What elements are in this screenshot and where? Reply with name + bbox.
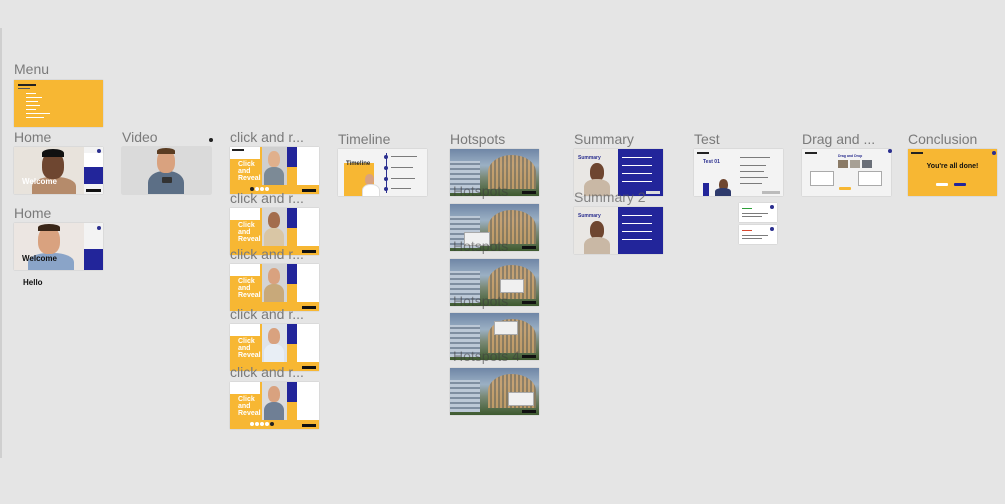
home2-hello-text: Hello (23, 278, 43, 287)
click2-title-c: Reveal (238, 236, 261, 243)
home2-welcome-text: Welcome (22, 254, 57, 263)
hotspots-overlay-label-3: Hotspots (453, 238, 509, 254)
frame-home[interactable]: Welcome (14, 147, 103, 194)
frame-click-reveal-1[interactable]: Click and Reveal (230, 147, 319, 194)
frame-label-click-3[interactable]: click and r... (230, 246, 304, 262)
frame-menu[interactable] (14, 80, 103, 127)
frame-label-video[interactable]: Video (122, 129, 158, 145)
frame-label-timeline[interactable]: Timeline (338, 131, 390, 147)
frame-click-reveal-3[interactable]: Click and Reveal (230, 264, 319, 311)
frame-label-summary-2[interactable]: Summary 2 (574, 189, 646, 205)
frame-label-click-2[interactable]: click and r... (230, 190, 304, 206)
frame-label-home-2[interactable]: Home (14, 205, 51, 221)
hotspots-overlay-label-4: Hotspots (453, 293, 509, 309)
video-marker-dot (209, 138, 213, 142)
frame-conclusion[interactable]: You're all done! (908, 149, 997, 196)
frame-label-summary[interactable]: Summary (574, 131, 634, 147)
conclusion-text: You're all done! (926, 163, 979, 170)
click3-title-c: Reveal (238, 292, 261, 299)
summary2-title: Summary (578, 213, 601, 219)
frame-label-menu[interactable]: Menu (14, 61, 49, 77)
home-welcome-text: Welcome (22, 177, 57, 186)
click4-title-c: Reveal (238, 352, 261, 359)
frame-label-click-5[interactable]: click and r... (230, 364, 304, 380)
canvas-left-edge (0, 28, 2, 458)
frame-label-click-1[interactable]: click and r... (230, 129, 304, 145)
frame-hotspots-5[interactable] (450, 368, 539, 415)
click1-title-c: Reveal (238, 175, 261, 182)
frame-test[interactable]: Test 01 (694, 149, 783, 196)
frame-label-test[interactable]: Test (694, 131, 720, 147)
drag-title: Drag and Drop (838, 154, 863, 158)
frame-timeline[interactable]: Timeline (338, 149, 427, 196)
frame-label-home[interactable]: Home (14, 129, 51, 145)
frame-test-correct-popup[interactable] (739, 203, 777, 222)
frame-label-click-4[interactable]: click and r... (230, 306, 304, 322)
summary-title: Summary (578, 155, 601, 161)
frame-label-hotspots[interactable]: Hotspots (450, 131, 505, 147)
test-title: Test 01 (703, 159, 720, 165)
frame-label-conclusion[interactable]: Conclusion (908, 131, 977, 147)
drag-marker-dot (888, 149, 892, 153)
frame-label-drag[interactable]: Drag and ... (802, 131, 875, 147)
hotspots-overlay-label-2: Hotspots (453, 183, 509, 199)
timeline-title: Timeline (346, 161, 371, 167)
frame-summary-2[interactable]: Summary (574, 207, 663, 254)
frame-click-reveal-5[interactable]: Click and Reveal (230, 382, 319, 429)
click5-title-c: Reveal (238, 410, 261, 417)
frame-test-wrong-popup[interactable] (739, 225, 777, 244)
hotspots-overlay-label-5: Hotspots 4 (453, 348, 520, 364)
frame-home-2[interactable]: Welcome (14, 223, 103, 270)
frame-video[interactable] (122, 147, 211, 194)
frame-drag-and-drop[interactable]: Drag and Drop (802, 149, 891, 196)
